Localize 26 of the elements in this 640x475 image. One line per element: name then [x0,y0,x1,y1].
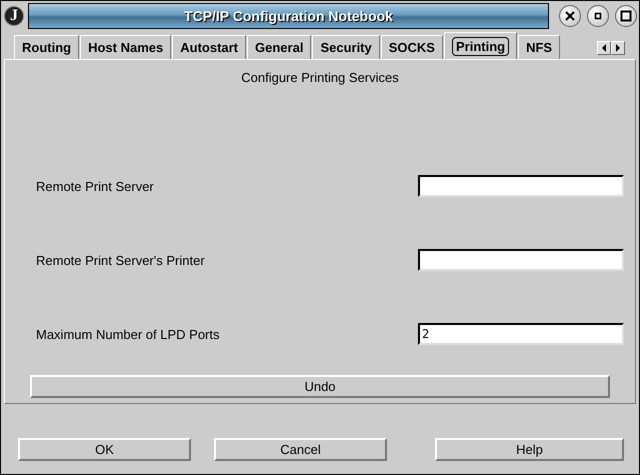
tab[interactable]: NFS [518,35,560,59]
app-logo[interactable]: J [4,6,24,26]
undo-button[interactable]: Undo [30,375,610,398]
tab[interactable]: General [247,35,312,59]
field-label: Remote Print Server's Printer [36,252,205,268]
tab[interactable]: Printing [444,32,518,59]
input-field[interactable] [418,175,624,197]
input-field[interactable]: 2 [418,323,624,345]
minimize-icon[interactable] [587,5,609,27]
tab[interactable]: SOCKS [380,35,443,59]
dialog-button[interactable]: Help [435,438,624,461]
tab[interactable]: Host Names [80,35,172,59]
field-label: Remote Print Server [36,178,154,194]
dialog-button[interactable]: OK [18,438,191,461]
tab[interactable]: Routing [14,35,80,59]
scroll-right-icon[interactable] [611,41,625,55]
field-label: Maximum Number of LPD Ports [36,326,220,342]
close-icon[interactable] [559,5,581,27]
tab[interactable]: Autostart [172,35,246,59]
page-heading: Configure Printing Services [241,70,399,85]
dialog-button[interactable]: Cancel [214,438,387,461]
tab[interactable]: Security [312,35,380,59]
window-title: TCP/IP Configuration Notebook [28,3,549,29]
scroll-left-icon[interactable] [597,41,611,55]
input-field[interactable] [418,249,624,271]
maximize-icon[interactable] [615,5,637,27]
